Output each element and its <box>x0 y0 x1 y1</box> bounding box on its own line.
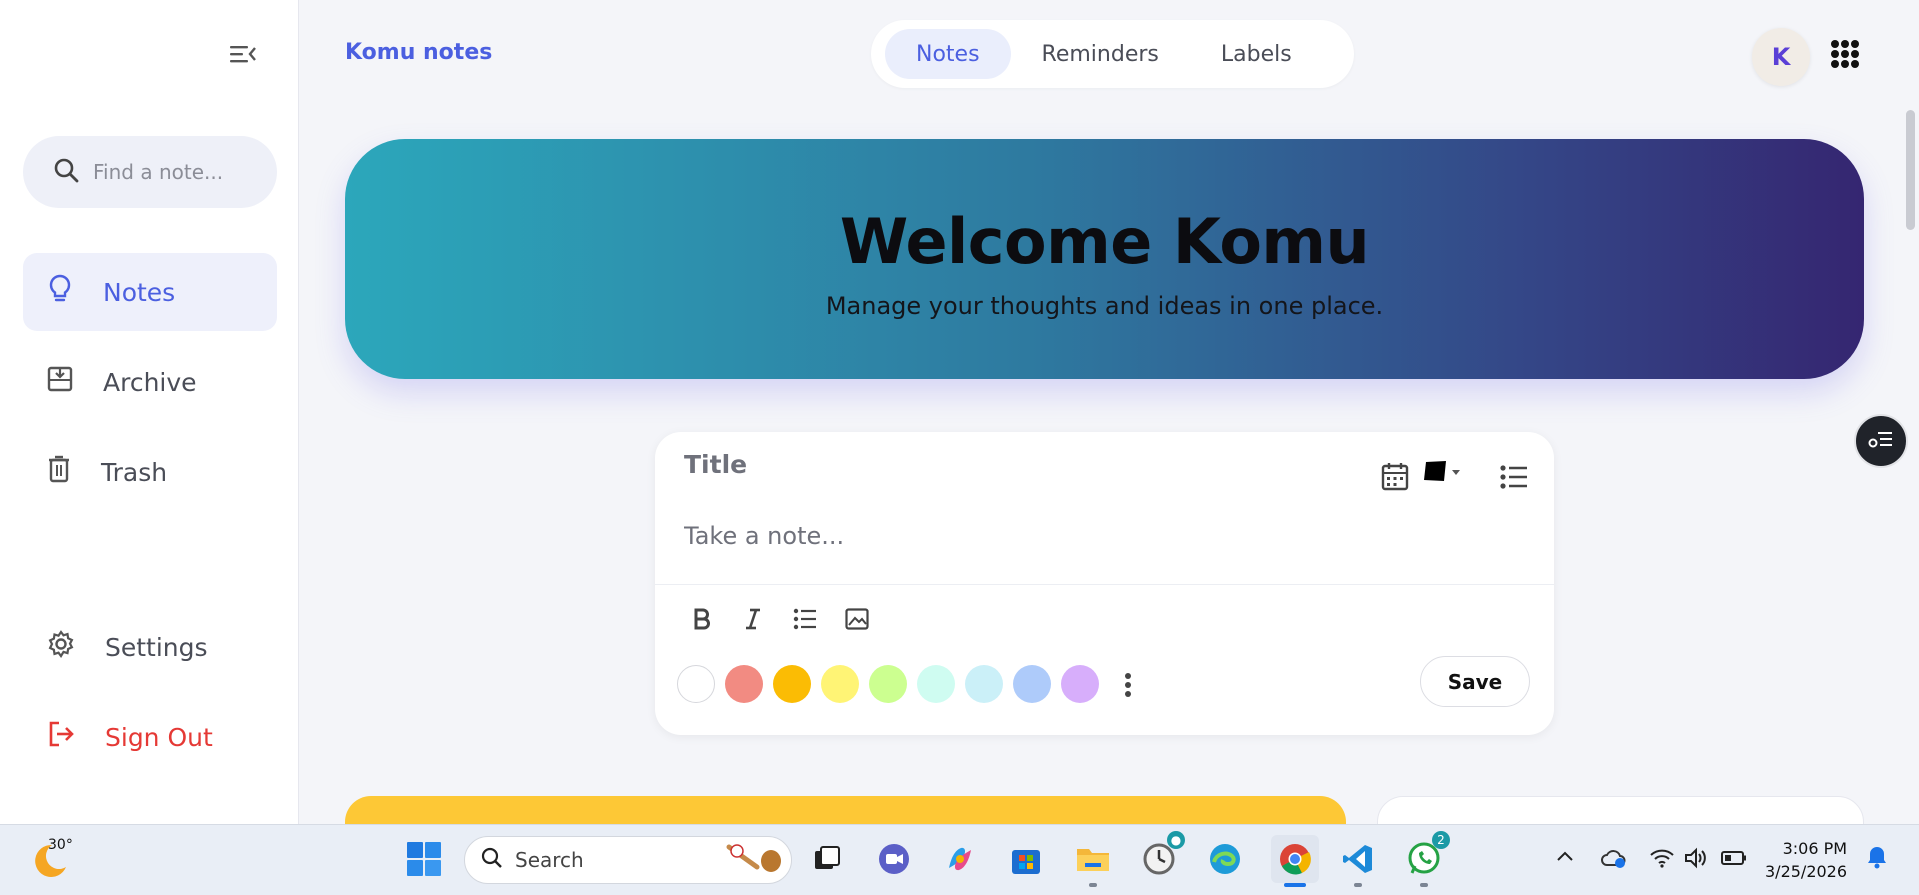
edge-browser-icon[interactable] <box>1205 839 1245 879</box>
welcome-banner: Welcome Komu Manage your thoughts and id… <box>345 139 1864 379</box>
avatar[interactable]: K <box>1752 28 1810 86</box>
reminder-calendar-icon[interactable] <box>1379 460 1411 492</box>
color-swatch-red[interactable] <box>725 665 763 703</box>
color-swatch-orange[interactable] <box>773 665 811 703</box>
archive-icon <box>47 365 73 399</box>
task-view-icon[interactable] <box>807 839 847 879</box>
color-swatch-blue[interactable] <box>1013 665 1051 703</box>
teams-chat-icon[interactable] <box>874 839 914 879</box>
tab-notes[interactable]: Notes <box>885 29 1011 79</box>
color-swatch-light-blue[interactable] <box>965 665 1003 703</box>
sidebar-item-label: Settings <box>105 632 208 662</box>
italic-icon[interactable] <box>736 602 770 636</box>
baseball-icon <box>723 841 783 879</box>
sign-out-icon <box>47 720 75 754</box>
windows-start-icon[interactable] <box>404 839 444 879</box>
note-editor: Save <box>655 432 1554 735</box>
whatsapp-unread-badge: 2 <box>1432 831 1450 849</box>
color-swatch-yellow[interactable] <box>821 665 859 703</box>
gear-icon <box>47 630 75 664</box>
floating-action-button[interactable] <box>1854 414 1908 468</box>
system-clock[interactable]: 3:06 PM 3/25/2026 <box>1765 837 1847 883</box>
sidebar-item-trash[interactable]: Trash <box>23 433 277 511</box>
clock-app-icon[interactable]: ● <box>1139 831 1185 879</box>
onedrive-sync-icon[interactable] <box>1601 847 1627 873</box>
page-scrollbar[interactable] <box>1906 110 1915 230</box>
tasks-list-icon <box>1868 429 1894 453</box>
color-picker-dropdown-icon[interactable] <box>1423 458 1467 488</box>
bullet-list-icon[interactable] <box>788 602 822 636</box>
sidebar-item-settings[interactable]: Settings <box>23 608 277 686</box>
tab-reminders[interactable]: Reminders <box>1011 29 1190 79</box>
apps-grid-icon[interactable] <box>1831 40 1859 68</box>
copilot-icon[interactable] <box>940 839 980 879</box>
volume-icon[interactable] <box>1684 847 1708 873</box>
trash-icon <box>47 455 71 489</box>
bold-icon[interactable] <box>685 602 719 636</box>
weather-temperature: 30° <box>48 837 73 853</box>
editor-divider <box>655 584 1554 585</box>
clock-date: 3/25/2026 <box>1765 862 1848 881</box>
sidebar-item-archive[interactable]: Archive <box>23 343 277 421</box>
whatsapp-icon[interactable]: 2 <box>1404 831 1450 887</box>
search-input[interactable] <box>93 160 263 184</box>
image-icon[interactable] <box>840 602 874 636</box>
note-body-input[interactable] <box>684 522 1284 550</box>
save-button[interactable]: Save <box>1420 656 1530 707</box>
color-swatch-teal[interactable] <box>917 665 955 703</box>
tab-labels[interactable]: Labels <box>1190 29 1323 79</box>
color-swatch-purple[interactable] <box>1061 665 1099 703</box>
battery-icon[interactable] <box>1720 847 1748 873</box>
sidebar-item-signout[interactable]: Sign Out <box>23 698 277 776</box>
taskbar-search[interactable] <box>464 836 792 884</box>
search-icon <box>481 847 503 873</box>
note-title-input[interactable] <box>684 450 1184 479</box>
welcome-subtitle: Manage your thoughts and ideas in one pl… <box>825 292 1384 320</box>
notification-bell-icon[interactable] <box>1866 845 1888 873</box>
color-swatch-white[interactable] <box>677 665 715 703</box>
lightbulb-icon <box>47 274 73 310</box>
microsoft-store-icon[interactable] <box>1006 839 1046 879</box>
taskbar: 30° ● 2 <box>0 824 1919 895</box>
view-tabs: Notes Reminders Labels <box>871 20 1354 88</box>
notification-bell-badge: ● <box>1167 831 1185 849</box>
chevron-up-icon[interactable] <box>1555 847 1575 871</box>
clock-time: 3:06 PM <box>1782 839 1848 858</box>
sidebar-item-label: Notes <box>103 277 176 307</box>
sidebar-item-label: Archive <box>103 367 197 397</box>
wifi-icon[interactable] <box>1649 847 1675 873</box>
taskbar-search-input[interactable] <box>515 848 685 872</box>
sidebar-item-label: Sign Out <box>105 722 213 752</box>
sidebar-item-label: Trash <box>101 457 168 487</box>
checklist-icon[interactable] <box>1499 462 1529 492</box>
sidebar: Notes Archive Trash Settings Sign Out <box>0 0 299 824</box>
welcome-title: Welcome Komu <box>839 205 1370 278</box>
chrome-browser-icon[interactable] <box>1271 835 1319 887</box>
file-explorer-icon[interactable] <box>1073 839 1113 887</box>
vscode-icon[interactable] <box>1338 839 1378 887</box>
brand-title[interactable]: Komu notes <box>345 40 492 65</box>
sidebar-item-notes[interactable]: Notes <box>23 253 277 331</box>
search-icon <box>53 157 79 187</box>
more-options-icon[interactable] <box>1118 668 1138 702</box>
collapse-sidebar-icon[interactable] <box>228 42 258 66</box>
color-swatch-green[interactable] <box>869 665 907 703</box>
note-search[interactable] <box>23 136 277 208</box>
